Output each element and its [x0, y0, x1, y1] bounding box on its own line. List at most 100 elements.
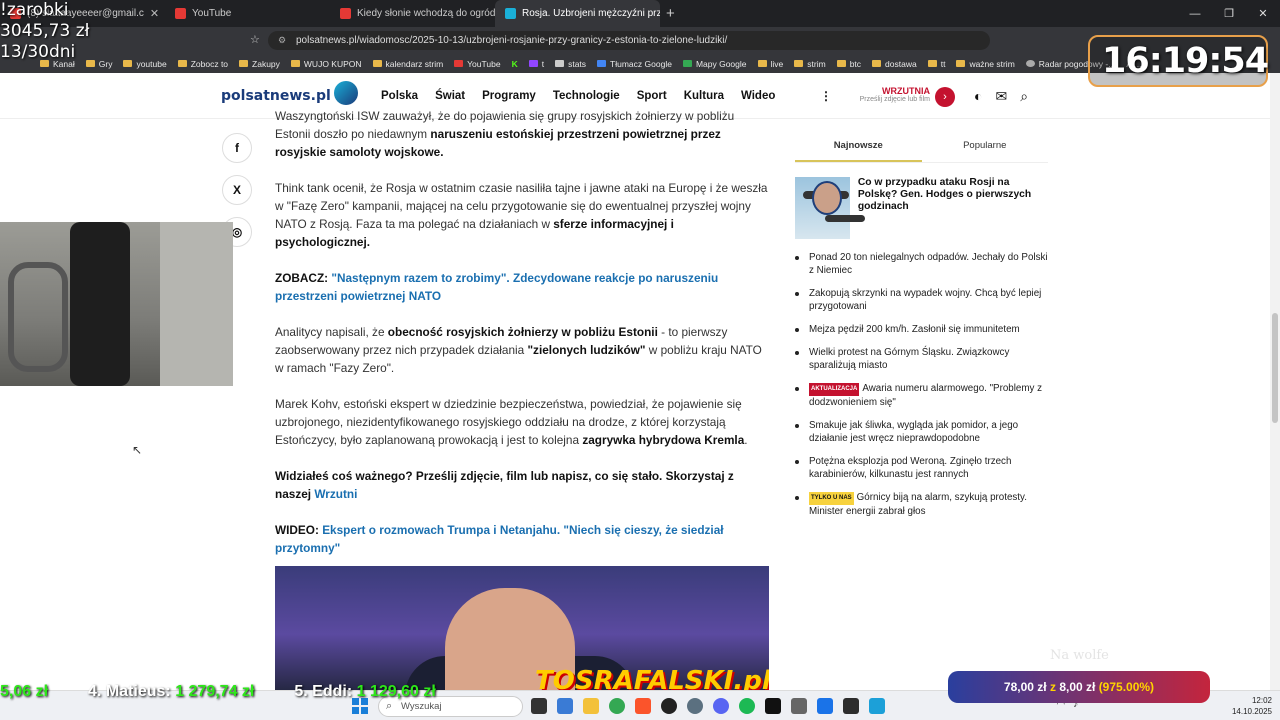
bookmark-label: Mapy Google: [695, 58, 747, 69]
bold-text: obecność rosyjskich żołnierzy w pobliżu …: [387, 325, 658, 339]
page-scrollbar[interactable]: [1270, 73, 1280, 690]
app-icon[interactable]: [765, 698, 781, 714]
app-icon[interactable]: [817, 698, 833, 714]
nav-wideo[interactable]: Wideo: [741, 90, 775, 102]
minimize-button[interactable]: —: [1178, 0, 1212, 27]
close-window-button[interactable]: ✕: [1246, 0, 1280, 27]
top-story[interactable]: Co w przypadku ataku Rosji na Polskę? Ge…: [795, 177, 1048, 239]
list-item[interactable]: Smakuje jak śliwka, wygląda jak pomidor,…: [795, 419, 1048, 445]
tab-youtube[interactable]: YouTube: [165, 0, 330, 27]
new-tab-button[interactable]: +: [666, 5, 675, 22]
bookmark-item[interactable]: dostawa: [872, 59, 917, 69]
more-menu-icon[interactable]: ⋮: [820, 89, 832, 103]
list-item[interactable]: Mejza pędził 200 km/h. Zasłonił się immu…: [795, 323, 1048, 336]
bookmark-item[interactable]: live: [757, 59, 783, 69]
app-icon[interactable]: [557, 698, 573, 714]
wrzutnia-subtitle: Prześlij zdjęcie lub film: [859, 96, 930, 103]
bookmark-item[interactable]: strim: [794, 59, 826, 69]
video-player[interactable]: TOSRAFALSKI.pl: [275, 566, 769, 690]
clock-time: 16:19:54: [1102, 41, 1269, 81]
bookmark-item[interactable]: btc: [836, 59, 861, 69]
facebook-share-button[interactable]: f: [222, 133, 252, 163]
bookmark-item[interactable]: Gry: [85, 59, 112, 69]
bookmark-item[interactable]: t: [528, 59, 544, 69]
list-item[interactable]: Potężna eksplozja pod Weroną. Zginęło tr…: [795, 455, 1048, 481]
see-also-link[interactable]: "Następnym razem to zrobimy". Zdecydowan…: [275, 271, 718, 303]
bookmark-label: YouTube: [467, 58, 501, 69]
app-icon[interactable]: [843, 698, 859, 714]
discord-icon[interactable]: [713, 698, 729, 714]
exclusive-badge: TYLKO U NAS: [809, 492, 854, 505]
list-item[interactable]: Zakopują skrzynki na wypadek wojny. Chcą…: [795, 287, 1048, 313]
top-story-image: [795, 177, 865, 239]
mail-icon[interactable]: ✉: [995, 88, 1007, 105]
clock-overlay: 16:19:54: [1088, 35, 1269, 87]
bookmark-item[interactable]: youtube: [123, 59, 167, 69]
tab-polsat-article[interactable]: Rosja. Uzbrojeni mężczyźni przy✕: [495, 0, 660, 27]
bullet: [795, 424, 799, 428]
bookmark-item[interactable]: Zobocz to: [177, 59, 228, 69]
list-item[interactable]: Wielki protest na Górnym Śląsku. Związko…: [795, 346, 1048, 372]
bookmark-item[interactable]: Tłumacz Google: [597, 59, 672, 69]
nav-sport[interactable]: Sport: [637, 90, 667, 102]
bookmark-label: Tłumacz Google: [610, 58, 672, 69]
bookmark-item[interactable]: Zakupy: [239, 59, 280, 69]
bookmark-item[interactable]: tt: [927, 59, 945, 69]
contrast-icon[interactable]: ◐: [974, 88, 982, 105]
nav-swiat[interactable]: Świat: [435, 90, 465, 102]
bookmark-item[interactable]: ważne strim: [956, 59, 1015, 69]
wrzutnia-link[interactable]: Wrzutni: [314, 487, 357, 501]
bold-text: "zielonych ludzików": [527, 343, 646, 357]
task-view-icon[interactable]: [531, 698, 547, 714]
tab-video[interactable]: Kiedy słonie wchodzą do ogródk✕: [330, 0, 495, 27]
app-icon[interactable]: [869, 698, 885, 714]
url-field[interactable]: ⚙ polsatnews.pl/wiadomosc/2025-10-13/uzb…: [268, 31, 990, 50]
nav-kultura[interactable]: Kultura: [684, 90, 724, 102]
list-item[interactable]: TYLKO U NAS Górnicy biją na alarm, szykuj…: [795, 491, 1048, 518]
bookmark-item[interactable]: WUJO KUPON: [290, 58, 362, 69]
calculator-icon[interactable]: [791, 698, 807, 714]
wrzutnia-arrow-icon[interactable]: ›: [935, 87, 955, 107]
bookmark-item[interactable]: K: [512, 59, 518, 69]
nav-technologie[interactable]: Technologie: [553, 90, 620, 102]
x-share-button[interactable]: X: [222, 175, 252, 205]
stream-watermark: Na wolfe: [1050, 648, 1109, 663]
file-explorer-icon[interactable]: [583, 698, 599, 714]
obs-icon[interactable]: [661, 698, 677, 714]
nav-polska[interactable]: Polska: [381, 90, 418, 102]
tab-bar: (8) slaaaayeeeer@gmail.c ✕ YouTube Kiedy …: [0, 0, 1280, 27]
bookmark-label: dostawa: [885, 58, 917, 69]
tab-popularne[interactable]: Popularne: [922, 133, 1049, 162]
nav-programy[interactable]: Programy: [482, 90, 536, 102]
bookmark-item[interactable]: stats: [555, 59, 586, 69]
tab-najnowsze[interactable]: Najnowsze: [795, 133, 922, 162]
clock-area[interactable]: 12:02 14.10.2025: [1232, 695, 1272, 717]
donor-name: Matieus:: [105, 683, 171, 700]
brave-icon[interactable]: [635, 698, 651, 714]
maximize-button[interactable]: ❐: [1212, 0, 1246, 27]
scrollbar-thumb[interactable]: [1272, 313, 1278, 423]
video-link[interactable]: Ekspert o rozmowach Trumpa i Netanjahu. …: [275, 523, 724, 555]
bookmark-label: WUJO KUPON: [303, 58, 362, 69]
donor-entry: 5. Eddi: 1 129,60 zł: [294, 683, 435, 701]
search-icon[interactable]: ⌕: [1020, 88, 1028, 105]
bookmark-item[interactable]: Mapy Google: [682, 58, 747, 69]
wrzutnia-link[interactable]: WRZUTNIA Prześlij zdjęcie lub film: [846, 86, 930, 103]
spotify-icon[interactable]: [739, 698, 755, 714]
list-item[interactable]: AKTUALIZACJA Awaria numeru alarmowego. "P…: [795, 382, 1048, 409]
chrome-icon[interactable]: [609, 698, 625, 714]
bullet: [795, 351, 799, 355]
bookmark-icon[interactable]: ☆: [250, 33, 260, 46]
bookmark-item[interactable]: kalendarz strim: [372, 59, 443, 69]
bullet: [795, 496, 799, 500]
portrait-shape: [811, 181, 842, 215]
app-icon[interactable]: [687, 698, 703, 714]
wrzutnia-cta: Widziałeś coś ważnego? Prześlij zdjęcie,…: [275, 467, 769, 503]
update-badge: AKTUALIZACJA: [809, 383, 860, 396]
site-info-icon[interactable]: ⚙: [278, 31, 286, 50]
site-logo[interactable]: polsatnews.pl: [221, 81, 358, 105]
close-icon[interactable]: ✕: [150, 7, 159, 20]
list-item[interactable]: Ponad 20 ton nielegalnych odpadów. Jecha…: [795, 251, 1048, 277]
bullet: [795, 328, 799, 332]
bookmark-item[interactable]: YouTube: [454, 58, 501, 69]
